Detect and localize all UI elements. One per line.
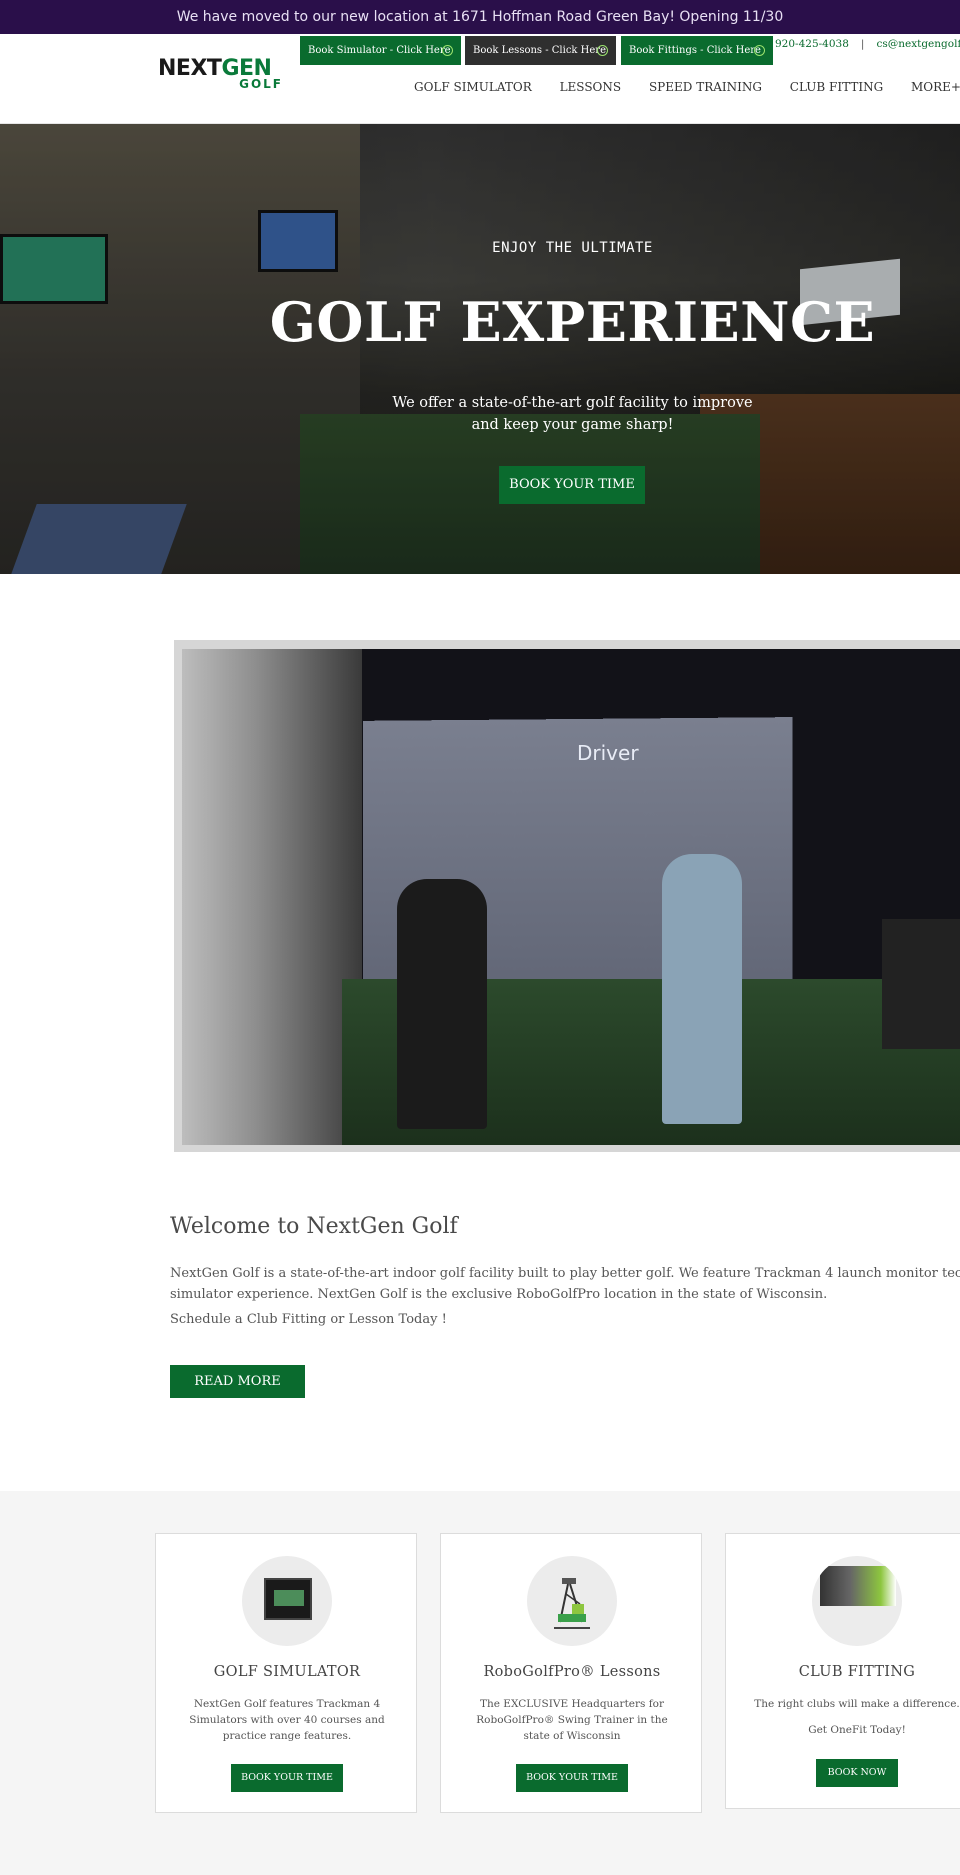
person [397,879,487,1129]
simulator-photo: Driver [182,649,960,1145]
card-title: CLUB FITTING [798,1664,916,1680]
service-card-club-fitting: CLUB FITTING The right clubs will make a… [725,1533,960,1809]
announcement-bar: We have moved to our new location at 167… [0,0,960,34]
card-text-line: The right clubs will make a difference. [754,1698,960,1710]
nav-speed-training[interactable]: SPEED TRAINING [649,80,762,94]
robogolfpro-icon [527,1556,617,1646]
book-simulator-button[interactable]: BOOK YOUR TIME [231,1764,343,1792]
nav-club-fitting[interactable]: CLUB FITTING [790,80,883,94]
hero-title: GOLF EXPERIENCE [269,290,876,354]
nextgen-golf-logo[interactable]: NEXTGEN GOLF [158,56,283,91]
card-text: The EXCLUSIVE Headquarters for RoboGolfP… [476,1698,668,1742]
service-card-robogolfpro: RoboGolfPro® Lessons The EXCLUSIVE Headq… [440,1533,702,1813]
hero-subtitle: We offer a state-of-the-art golf facilit… [0,392,960,436]
welcome-heading: Welcome to NextGen Golf [170,1214,458,1239]
simulator-icon-shape [264,1578,312,1620]
logo-subtitle: GOLF [239,77,283,91]
hero-subtitle-line: We offer a state-of-the-art golf facilit… [392,395,753,411]
golf-bag [882,919,960,1049]
card-title: RoboGolfPro® Lessons [483,1664,661,1680]
hero-kicker: ENJOY THE ULTIMATE [492,240,653,256]
simulator-screen-title: Driver [577,741,639,765]
nav-more[interactable]: MORE+ [911,80,960,94]
service-card-golf-simulator: GOLF SIMULATOR NextGen Golf features Tra… [155,1533,417,1813]
card-text: NextGen Golf features Trackman 4 Simulat… [189,1698,385,1742]
club-fitting-icon [812,1556,902,1646]
nav-golf-simulator[interactable]: GOLF SIMULATOR [414,80,532,94]
hero-book-button[interactable]: BOOK YOUR TIME [499,466,645,504]
circle-icon [442,45,453,56]
book-fitting-button[interactable]: BOOK NOW [816,1759,898,1787]
site-header: NEXTGEN GOLF Book Simulator - Click Here… [0,34,960,124]
welcome-line: NextGen Golf is a state-of-the-art indoo… [170,1266,960,1281]
contact-info: 920-425-4038|cs@nextgengolfgb.com [775,38,960,50]
circle-icon [597,45,608,56]
person [662,854,742,1124]
welcome-paragraph: NextGen Golf is a state-of-the-art indoo… [170,1263,960,1305]
main-nav: GOLF SIMULATOR LESSONS SPEED TRAINING CL… [414,80,960,94]
simulator-icon [242,1556,332,1646]
book-lessons-link[interactable]: Book Lessons - Click Here [465,36,616,65]
welcome-line: simulator experience. NextGen Golf is th… [170,1287,828,1302]
nav-lessons[interactable]: LESSONS [560,80,622,94]
email-link[interactable]: cs@nextgengolfgb.com [876,38,960,50]
circle-icon [754,45,765,56]
robogolfpro-icon-shape [554,1578,590,1629]
phone-link[interactable]: 920-425-4038 [775,38,849,50]
club-fitting-icon-shape [820,1566,896,1606]
welcome-cta-text: Schedule a Club Fitting or Lesson Today … [170,1312,447,1327]
card-title: GOLF SIMULATOR [213,1664,361,1680]
club-rack [182,649,362,1145]
announcement-text: We have moved to our new location at 167… [176,9,784,25]
read-more-button[interactable]: READ MORE [170,1365,305,1398]
book-lessons-button[interactable]: BOOK YOUR TIME [516,1764,628,1792]
book-fittings-link[interactable]: Book Fittings - Click Here [621,36,773,65]
hero-subtitle-line: and keep your game sharp! [471,417,674,433]
card-text: The right clubs will make a difference. … [751,1696,960,1738]
book-simulator-link[interactable]: Book Simulator - Click Here [300,36,461,65]
card-text-line: Get OneFit Today! [808,1724,906,1736]
